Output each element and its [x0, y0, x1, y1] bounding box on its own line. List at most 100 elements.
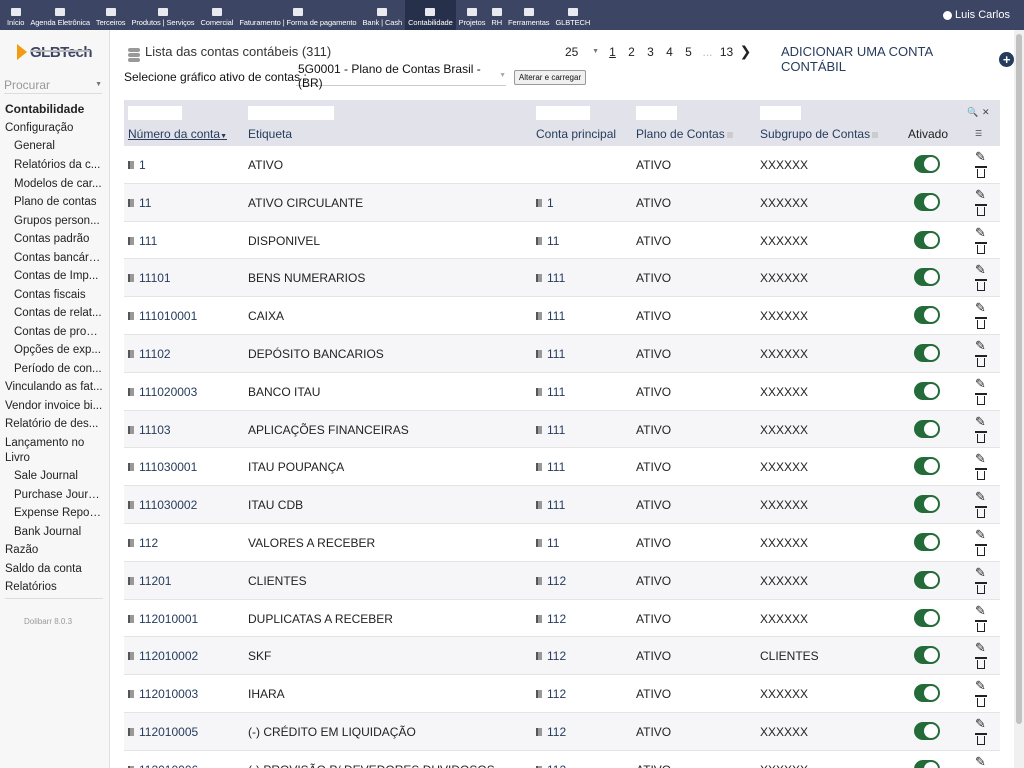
- sidebar-item[interactable]: Contas de relat...: [14, 307, 102, 319]
- parent-account-link[interactable]: 112: [536, 649, 566, 663]
- col-account-header[interactable]: Número da conta▼: [128, 127, 227, 141]
- account-number-link[interactable]: 111010001: [128, 309, 197, 323]
- top-nav-agenda[interactable]: Agenda Eletrônica: [27, 0, 93, 30]
- page-link[interactable]: 2: [622, 45, 641, 59]
- clear-filter-icon[interactable]: ✕: [982, 107, 990, 118]
- col-active-header[interactable]: Ativado: [908, 127, 948, 141]
- delete-icon[interactable]: [975, 657, 987, 670]
- filter-chart-input[interactable]: [636, 106, 677, 120]
- parent-account-link[interactable]: 111: [536, 498, 565, 512]
- col-subgroup-header[interactable]: Subgrupo de Contas: [760, 127, 879, 141]
- account-number-link[interactable]: 112010002: [128, 649, 198, 663]
- filter-label-input[interactable]: [248, 106, 334, 120]
- column-select-icon[interactable]: ☰: [975, 129, 982, 138]
- edit-icon[interactable]: ✎: [975, 717, 986, 730]
- active-toggle[interactable]: [914, 570, 940, 589]
- active-toggle[interactable]: [914, 230, 940, 249]
- sidebar-section-contabilidade[interactable]: Contabilidade: [5, 102, 84, 116]
- user-menu[interactable]: Luis Carlos: [942, 9, 1010, 21]
- account-number-link[interactable]: 111030001: [128, 460, 197, 474]
- active-toggle[interactable]: [914, 646, 940, 665]
- account-number-link[interactable]: 111: [128, 234, 157, 248]
- account-number-link[interactable]: 11103: [128, 423, 171, 437]
- active-toggle[interactable]: [914, 608, 940, 627]
- sidebar-item[interactable]: Relatórios da c...: [14, 159, 102, 171]
- filter-account-input[interactable]: [128, 106, 182, 120]
- delete-icon[interactable]: [975, 203, 987, 216]
- top-nav-bank[interactable]: Bank | Cash: [359, 0, 405, 30]
- top-nav-faturamento[interactable]: Faturamento | Forma de pagamento: [236, 0, 359, 30]
- delete-icon[interactable]: [975, 695, 987, 708]
- scrollbar-thumb[interactable]: [1016, 34, 1022, 724]
- sidebar-item[interactable]: Purchase Journal: [14, 489, 102, 501]
- account-number-link[interactable]: 11101: [128, 271, 171, 285]
- delete-icon[interactable]: [975, 619, 987, 632]
- page-link[interactable]: 13: [717, 45, 736, 59]
- delete-icon[interactable]: [975, 430, 987, 443]
- top-nav-terceiros[interactable]: Terceiros: [93, 0, 129, 30]
- top-nav-ferramentas[interactable]: Ferramentas: [505, 0, 552, 30]
- sidebar-item[interactable]: Saldo da conta: [5, 563, 103, 575]
- page-link[interactable]: 4: [660, 45, 679, 59]
- active-toggle[interactable]: [914, 192, 940, 211]
- top-nav-rh[interactable]: RH: [488, 0, 505, 30]
- sidebar-item[interactable]: Expense Repor...: [14, 507, 102, 519]
- sidebar-item[interactable]: Contas bancárias: [14, 252, 102, 264]
- active-toggle[interactable]: [914, 268, 940, 287]
- change-and-reload-button[interactable]: Alterar e carregar: [514, 70, 586, 85]
- sidebar-item[interactable]: Contas de Imp...: [14, 270, 102, 282]
- account-number-link[interactable]: 112010001: [128, 612, 198, 626]
- edit-icon[interactable]: ✎: [975, 301, 986, 314]
- edit-icon[interactable]: ✎: [975, 566, 986, 579]
- page-size-select[interactable]: 25 ▼: [565, 45, 603, 59]
- active-toggle[interactable]: [914, 381, 940, 400]
- sidebar-item[interactable]: Relatório de des...: [5, 418, 103, 430]
- page-link[interactable]: 5: [679, 45, 698, 59]
- active-toggle[interactable]: [914, 457, 940, 476]
- edit-icon[interactable]: ✎: [975, 755, 986, 768]
- parent-account-link[interactable]: 11: [536, 536, 559, 550]
- account-number-link[interactable]: 112010005: [128, 725, 198, 739]
- sidebar-item[interactable]: Relatórios: [5, 581, 103, 593]
- account-number-link[interactable]: 111020003: [128, 385, 197, 399]
- delete-icon[interactable]: [975, 392, 987, 405]
- edit-icon[interactable]: ✎: [975, 150, 986, 163]
- delete-icon[interactable]: [975, 581, 987, 594]
- delete-icon[interactable]: [975, 733, 987, 745]
- parent-account-link[interactable]: 112: [536, 687, 566, 701]
- sidebar-item[interactable]: General: [14, 140, 102, 152]
- sidebar-item[interactable]: Opções de exp...: [14, 344, 102, 356]
- parent-account-link[interactable]: 112: [536, 763, 566, 768]
- add-account-button[interactable]: ADICIONAR UMA CONTA CONTÁBIL +: [781, 44, 1014, 74]
- sidebar-item[interactable]: Vinculando as fat...: [5, 381, 103, 393]
- col-label-header[interactable]: Etiqueta: [248, 127, 292, 141]
- delete-icon[interactable]: [975, 317, 987, 330]
- page-link[interactable]: 3: [641, 45, 660, 59]
- active-toggle[interactable]: [914, 684, 940, 703]
- edit-icon[interactable]: ✎: [975, 641, 986, 654]
- account-number-link[interactable]: 112010003: [128, 687, 198, 701]
- sidebar-item[interactable]: Grupos person...: [14, 215, 102, 227]
- edit-icon[interactable]: ✎: [975, 528, 986, 541]
- delete-icon[interactable]: [975, 355, 987, 367]
- account-number-link[interactable]: 11201: [128, 574, 171, 588]
- edit-icon[interactable]: ✎: [975, 226, 986, 239]
- active-toggle[interactable]: [914, 495, 940, 514]
- delete-icon[interactable]: [975, 166, 987, 178]
- parent-account-link[interactable]: 111: [536, 460, 565, 474]
- account-number-link[interactable]: 11: [128, 196, 151, 210]
- edit-icon[interactable]: ✎: [975, 490, 986, 503]
- active-toggle[interactable]: [914, 344, 940, 362]
- sidebar-item[interactable]: Razão: [5, 544, 103, 556]
- delete-icon[interactable]: [975, 506, 987, 519]
- sidebar-item[interactable]: Contas de prod...: [14, 326, 102, 338]
- sidebar-item[interactable]: Contas padrão: [14, 233, 102, 245]
- account-number-link[interactable]: 111030002: [128, 498, 197, 512]
- active-toggle[interactable]: [914, 722, 940, 740]
- account-number-link[interactable]: 1: [128, 158, 146, 172]
- parent-account-link[interactable]: 112: [536, 574, 566, 588]
- top-nav-inicio[interactable]: Início: [4, 0, 27, 30]
- delete-icon[interactable]: [975, 279, 987, 292]
- active-toggle[interactable]: [914, 419, 940, 438]
- active-toggle[interactable]: [914, 759, 940, 768]
